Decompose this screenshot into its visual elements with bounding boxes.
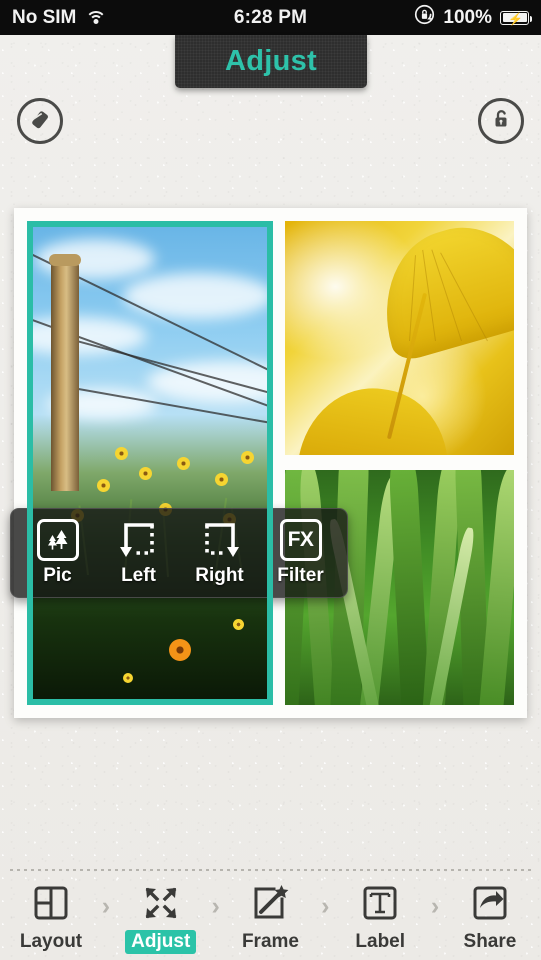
nav-label-frame: Frame: [241, 931, 299, 952]
photo-flowers-fencepost: [27, 221, 273, 705]
unlock-icon: [489, 107, 513, 136]
eraser-button[interactable]: [17, 98, 63, 144]
collage-cell-ginkgo[interactable]: [285, 221, 514, 455]
bottom-nav: Layout › Adjust › Frame › Label › Share: [0, 876, 541, 960]
layout-split-icon: [29, 880, 73, 926]
popup-label-pic: Pic: [43, 565, 72, 586]
popup-item-pic[interactable]: Pic: [17, 518, 98, 587]
nav-item-adjust[interactable]: Adjust: [118, 880, 204, 954]
popup-label-right: Right: [195, 565, 244, 586]
nav-label-share: Share: [463, 931, 517, 952]
trees-icon: [36, 518, 79, 562]
popup-item-filter[interactable]: FX Filter: [260, 518, 341, 587]
header-bar: Adjust: [0, 35, 541, 144]
collage-grid: [27, 221, 514, 705]
popup-item-right[interactable]: Right: [179, 518, 260, 587]
photo-context-toolbar[interactable]: Pic Left Right FX Filter: [10, 508, 348, 598]
collage-canvas[interactable]: [14, 208, 527, 718]
eraser-icon: [27, 106, 53, 137]
popup-label-filter: Filter: [277, 565, 324, 586]
fx-icon: FX: [279, 518, 322, 562]
battery-percent-label: 100%: [443, 6, 492, 28]
rotate-left-icon: [116, 518, 162, 562]
bottom-nav-divider: [10, 869, 531, 871]
nav-label-layout: Layout: [19, 931, 83, 952]
nav-label-adjust: Adjust: [125, 930, 197, 954]
screen-title-tab: Adjust: [175, 35, 367, 88]
nav-item-label[interactable]: Label: [337, 880, 423, 954]
expand-arrows-icon: [139, 880, 183, 926]
share-arrow-icon: [468, 880, 512, 926]
status-bar: No SIM 6:28 PM 100% ⚡: [0, 0, 541, 35]
status-bar-left: No SIM: [12, 7, 414, 29]
collage-cell-flowers[interactable]: [27, 221, 273, 705]
app-root: No SIM 6:28 PM 100% ⚡ Adjust Pic Left Ri…: [0, 0, 541, 960]
carrier-label: No SIM: [12, 6, 77, 28]
nav-separator-2: ›: [211, 892, 220, 920]
rotate-right-icon: [197, 518, 243, 562]
battery-charging-icon: ⚡: [500, 10, 532, 26]
rotation-lock-icon: [414, 4, 435, 31]
status-bar-right: 100% ⚡: [414, 4, 532, 31]
nav-separator-1: ›: [101, 892, 111, 920]
page-title: Adjust: [224, 45, 317, 77]
nav-item-layout[interactable]: Layout: [8, 880, 94, 954]
nav-separator-4: ›: [430, 892, 440, 920]
lock-toggle-button[interactable]: [478, 98, 524, 144]
photo-ginkgo-leaf: [285, 221, 514, 455]
nav-label-label: Label: [355, 931, 406, 952]
wifi-icon: [85, 10, 107, 26]
popup-label-left: Left: [121, 565, 156, 586]
nav-item-share[interactable]: Share: [447, 880, 533, 954]
text-t-icon: [358, 880, 402, 926]
nav-item-frame[interactable]: Frame: [227, 880, 313, 954]
nav-separator-3: ›: [321, 892, 330, 920]
popup-item-left[interactable]: Left: [98, 518, 179, 587]
magic-wand-icon: [248, 880, 292, 926]
